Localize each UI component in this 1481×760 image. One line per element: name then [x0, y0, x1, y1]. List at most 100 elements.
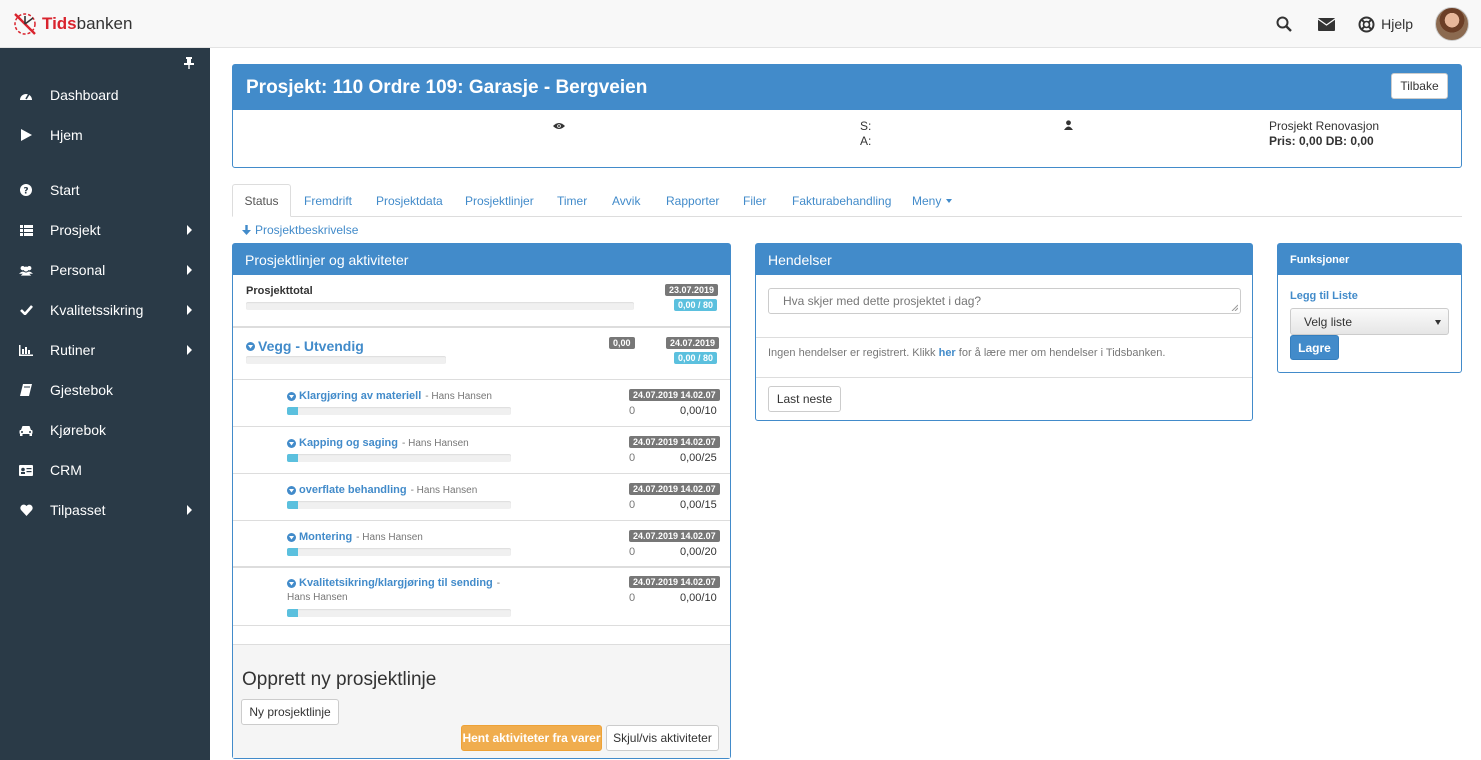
toggle-activities-button[interactable]: Skjul/vis aktiviteter — [606, 725, 719, 751]
activity-person: Hans Hansen — [287, 592, 348, 603]
sidebar-item-crm[interactable]: CRM — [0, 450, 210, 490]
new-project-line-button[interactable]: Ny prosjektlinje — [241, 699, 339, 725]
caret-down-icon — [946, 198, 953, 203]
sidebar-item-hjem[interactable]: Hjem — [0, 115, 210, 155]
sidebar-item-dashboard[interactable]: Dashboard — [0, 75, 210, 115]
caret-right-icon — [187, 225, 192, 235]
save-button[interactable]: Lagre — [1290, 335, 1339, 360]
group-title-link[interactable]: Vegg - Utvendig — [246, 338, 364, 354]
eye-icon[interactable] — [553, 119, 565, 133]
activity-row: Kvalitetsikring/klargjøring til sending -… — [233, 568, 730, 626]
tab-prosjektlinjer[interactable]: Prosjektlinjer — [465, 184, 534, 217]
sidebar-item-label: Personal — [50, 262, 106, 278]
sidebar-item-label: CRM — [50, 462, 82, 478]
activity-ratio: 0,00/20 — [680, 546, 717, 558]
group-date-badge: 24.07.2019 — [666, 337, 720, 349]
event-input[interactable]: Hva skjer med dette prosjektet i dag? — [768, 288, 1241, 314]
project-meta: Prosjekt Renovasjon Pris: 0,00 DB: 0,00 — [1269, 119, 1379, 149]
events-help-link[interactable]: her — [939, 347, 956, 359]
caret-right-icon — [187, 345, 192, 355]
activity-ratio: 0,00/25 — [680, 452, 717, 464]
dashboard-icon — [19, 88, 33, 102]
help-label: Hjelp — [1381, 16, 1413, 32]
activity-progress-bar — [287, 407, 511, 415]
search-icon[interactable] — [1274, 14, 1294, 34]
tidsbanken-logo[interactable]: Tidsbanken — [12, 10, 132, 38]
activity-progress-bar — [287, 501, 511, 509]
activity-ratio: 0,00/10 — [680, 405, 717, 417]
user-icon — [1064, 119, 1073, 133]
activity-count: 0 — [629, 592, 636, 604]
tab-avvik[interactable]: Avvik — [612, 184, 640, 217]
tab-fremdrift[interactable]: Fremdrift — [304, 184, 352, 217]
total-ratio-badge: 0,00 / 80 — [674, 299, 718, 311]
activity-title-link[interactable]: Klargjøring av materiell - Hans Hansen — [287, 390, 492, 402]
activity-title-link[interactable]: Montering - Hans Hansen — [287, 531, 423, 543]
sidebar-item-kvalitetssikring[interactable]: Kvalitetssikring — [0, 290, 210, 330]
arrow-down-icon — [242, 225, 251, 235]
group-ratio-badge: 0,00 / 80 — [674, 352, 718, 364]
group-progress-bar — [246, 356, 446, 364]
list-select[interactable]: Velg liste — [1290, 308, 1449, 335]
pin-icon[interactable] — [182, 56, 196, 70]
events-panel: Hendelser Hva skjer med dette prosjektet… — [755, 243, 1253, 421]
project-lines-panel: Prosjektlinjer og aktiviteter Prosjektto… — [232, 243, 731, 759]
activity-row: Kapping og saging - Hans Hansen 24.07.201… — [233, 427, 730, 474]
sidebar-item-start[interactable]: ? Start — [0, 170, 210, 210]
fetch-activities-button[interactable]: Hent aktiviteter fra varer — [461, 725, 602, 751]
activity-title-link[interactable]: Kapping og saging - Hans Hansen — [287, 437, 469, 449]
sidebar-item-rutiner[interactable]: Rutiner — [0, 330, 210, 370]
back-button[interactable]: Tilbake — [1391, 73, 1448, 99]
play-icon — [19, 128, 33, 142]
svg-text:?: ? — [23, 187, 28, 197]
project-category: Prosjekt Renovasjon — [1269, 119, 1380, 133]
project-title: Prosjekt: 110 Ordre 109: Garasje - Bergv… — [246, 76, 648, 98]
caret-right-icon — [187, 265, 192, 275]
collapse-icon — [287, 485, 296, 495]
activity-title-link[interactable]: Kvalitetsikring/klargjøring til sending - — [287, 577, 500, 589]
bar-chart-icon — [19, 343, 33, 357]
events-empty-text: Ingen hendelser er registrert. Klikk her… — [768, 347, 1166, 359]
envelope-icon[interactable] — [1316, 14, 1336, 34]
caret-right-icon — [187, 305, 192, 315]
sidebar-item-gjestebok[interactable]: Gjestebok — [0, 370, 210, 410]
top-navbar: Tidsbanken Hjelp — [0, 0, 1481, 48]
sidebar-item-kjorebok[interactable]: Kjørebok — [0, 410, 210, 450]
sidebar-item-prosjekt[interactable]: Prosjekt — [0, 210, 210, 250]
total-progress-bar — [246, 302, 634, 310]
sidebar-item-label: Gjestebok — [50, 382, 114, 398]
project-header-panel: Prosjekt: 110 Ordre 109: Garasje - Bergv… — [232, 64, 1462, 168]
group-amount-badge: 0,00 — [609, 337, 635, 349]
tab-timer[interactable]: Timer — [557, 184, 587, 217]
project-total-label: Prosjekttotal — [246, 285, 313, 297]
activity-count: 0 — [629, 499, 636, 511]
activity-ratio: 0,00/15 — [680, 499, 717, 511]
sidebar-item-personal[interactable]: Personal — [0, 250, 210, 290]
tab-prosjektdata[interactable]: Prosjektdata — [376, 184, 443, 217]
description-link[interactable]: Prosjektbeskrivelse — [242, 223, 358, 237]
functions-header: Funksjoner — [1278, 244, 1461, 275]
create-project-line-title: Opprett ny prosjektlinje — [242, 669, 437, 690]
sidebar-item-label: Start — [50, 182, 80, 198]
tab-status[interactable]: Status — [232, 184, 291, 217]
top-actions: Hjelp — [1274, 0, 1481, 48]
activity-progress-bar — [287, 548, 511, 556]
total-date-badge: 23.07.2019 — [665, 284, 719, 296]
tab-rapporter[interactable]: Rapporter — [666, 184, 719, 217]
tab-filer[interactable]: Filer — [743, 184, 766, 217]
functions-panel: Funksjoner Legg til Liste Velg liste Lag… — [1277, 243, 1462, 373]
sidebar-item-tilpasset[interactable]: Tilpasset — [0, 490, 210, 530]
project-s-a: S: A: — [860, 119, 871, 149]
sidebar-item-label: Rutiner — [50, 342, 96, 358]
activity-title-link[interactable]: overflate behandling - Hans Hansen — [287, 484, 477, 496]
tab-fakturabehandling[interactable]: Fakturabehandling — [792, 184, 891, 217]
caret-down-icon — [1435, 320, 1441, 325]
load-next-button[interactable]: Last neste — [768, 386, 841, 412]
logo-icon — [14, 13, 36, 35]
user-avatar[interactable] — [1435, 7, 1469, 41]
project-lines-header: Prosjektlinjer og aktiviteter — [233, 244, 730, 275]
help-button[interactable]: Hjelp — [1358, 16, 1413, 33]
activity-count: 0 — [629, 405, 636, 417]
activity-timestamp-badge: 24.07.2019 14.02.07 — [629, 389, 720, 401]
tab-meny[interactable]: Meny — [912, 184, 953, 217]
